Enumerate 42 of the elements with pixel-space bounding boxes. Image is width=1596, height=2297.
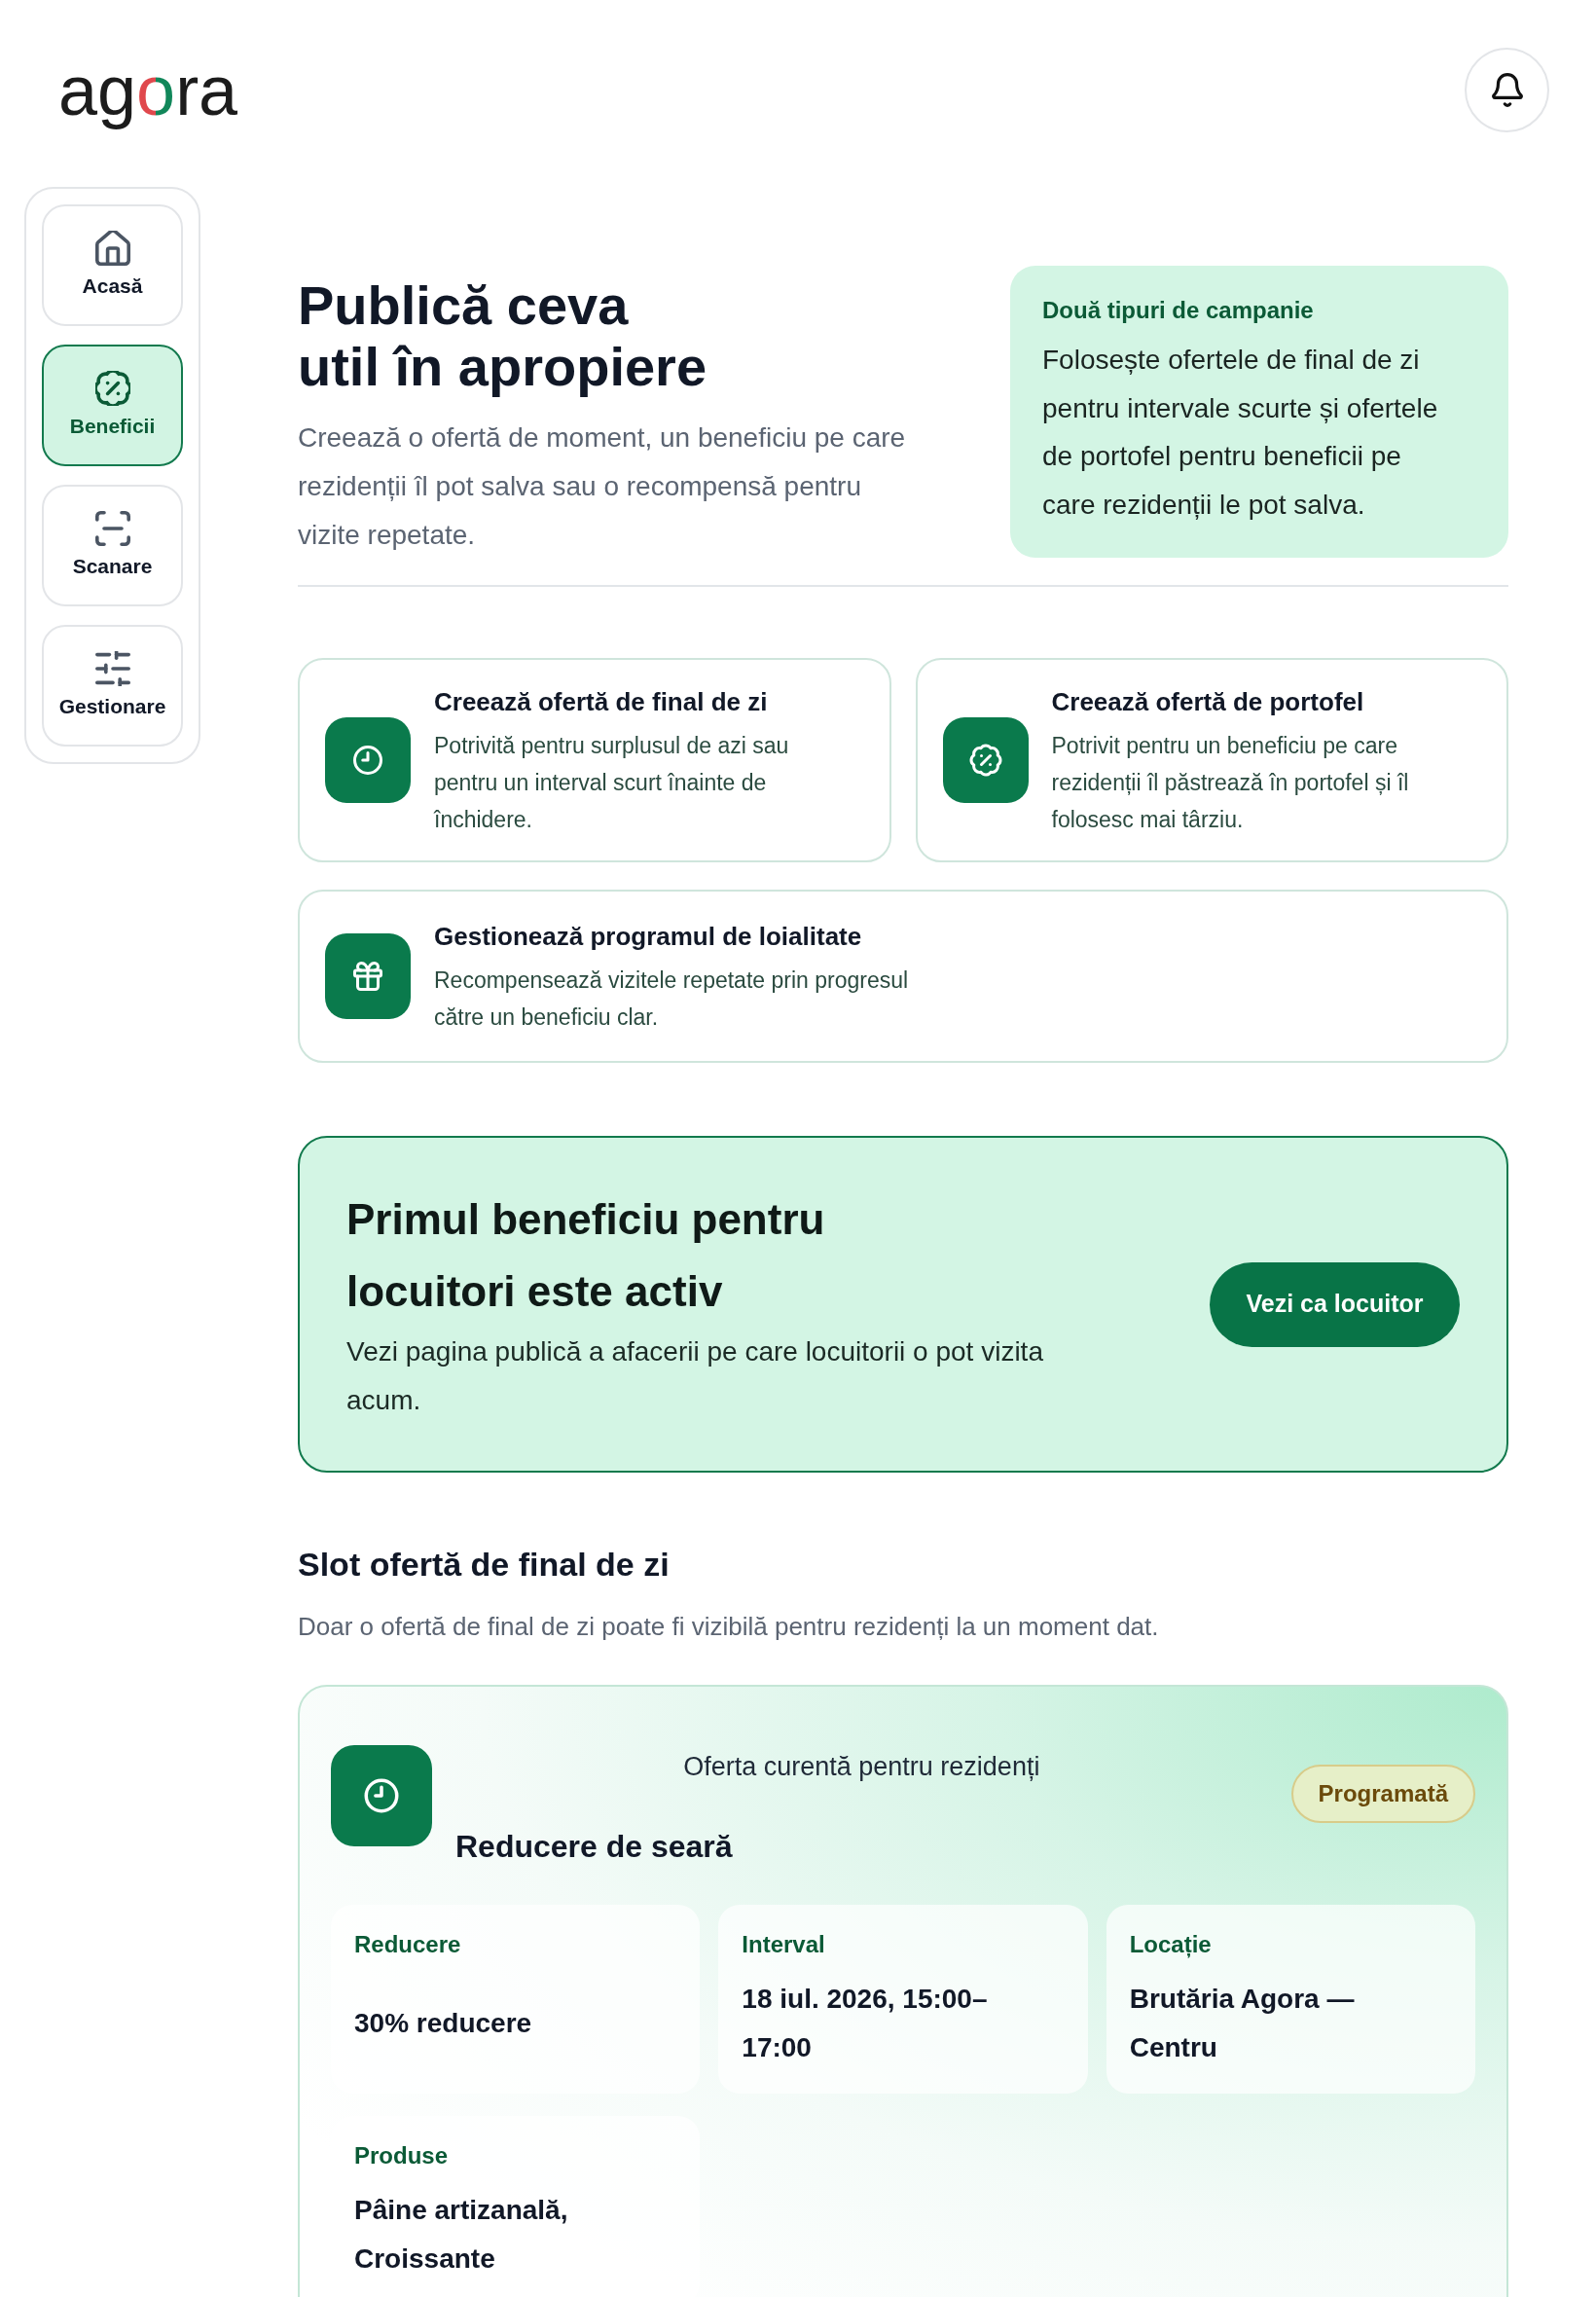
- detail-label: Produse: [354, 2141, 449, 2170]
- bell-icon: [1491, 73, 1523, 107]
- action-card[interactable]: Creează ofertă de final de zi Potrivită pentru surplusul de azi sau pentru un interval scurt înainte de închidere.: [298, 658, 891, 862]
- percent-badge-icon: [94, 371, 130, 406]
- view-as-resident-button[interactable]: Vezi ca locuitor: [1210, 1261, 1460, 1347]
- banner-text: Vezi pagina publică a afacerii pe care locuitorii o pot vizita acum.: [346, 1335, 1044, 1417]
- detail-label: Reducere: [354, 1930, 461, 1959]
- section-title: Slot ofertă de final de zi: [298, 1545, 671, 1585]
- action-card-description: Recompensează vizitele repetate prin progresul către un beneficiu clar.: [434, 966, 910, 1032]
- action-card-title: Creează ofertă de final de zi: [434, 686, 768, 718]
- detail-value: Brutăria Agora — Centru: [1129, 1983, 1356, 2064]
- detail-value: 18 iul. 2026, 15:00–17:00: [742, 1983, 989, 2064]
- clock-icon: [325, 717, 411, 803]
- scan-icon: [94, 511, 130, 546]
- home-icon: [94, 231, 130, 266]
- page-description: Creează o ofertă de moment, un beneficiu pe care rezidenții îl pot salva sau o recompensă pentru vizite repetate.: [298, 421, 907, 552]
- sidebar-nav-item[interactable]: Beneficii: [42, 345, 183, 466]
- offer-label: Oferta curentă pentru rezidenți: [683, 1751, 1040, 1783]
- percent-badge-icon: [942, 717, 1029, 803]
- status-badge: Programată: [1290, 1765, 1475, 1823]
- info-card-text: Folosește ofertele de final de zi pentru intervale scurte și ofertele de portofel pentru beneficii pe care rezidenții le pot salva.: [1042, 344, 1439, 522]
- detail-value: 30% reducere: [354, 2007, 533, 2040]
- action-card-title: Gestionează programul de loialitate: [434, 921, 862, 953]
- sidebar-nav-item[interactable]: Gestionare: [42, 625, 183, 747]
- detail-value: Pâine artizanală, Croissante: [354, 2194, 569, 2276]
- page-heading: Publică ceva util în apropiere: [298, 274, 708, 397]
- action-card-title: Creează ofertă de portofel: [1051, 686, 1364, 718]
- action-card[interactable]: Creează ofertă de portofel Potrivit pentru un beneficiu pe care rezidenții îl păstrează în portofel și îl folosesc mai târziu.: [915, 658, 1508, 862]
- sliders-icon: [94, 651, 130, 686]
- info-card-title: Două tipuri de campanie: [1042, 296, 1315, 325]
- detail-label: Locație: [1129, 1930, 1212, 1960]
- action-card-description: Potrivit pentru un beneficiu pe care rezidenții îl păstrează în portofel și îl folosesc mai târziu.: [1051, 732, 1410, 834]
- sidebar-nav-item[interactable]: Scanare: [42, 485, 183, 606]
- sidebar-nav-item[interactable]: Acasă: [42, 204, 183, 326]
- clock-icon: [331, 1745, 432, 1846]
- detail-label: Interval: [742, 1930, 825, 1959]
- gift-icon: [325, 933, 411, 1019]
- banner-title: Primul beneficiu pentru locuitori este activ: [346, 1194, 826, 1317]
- action-card-description: Potrivită pentru surplusul de azi sau pentru un interval scurt înainte de închidere.: [434, 732, 790, 834]
- section-description: Doar o ofertă de final de zi poate fi vizibilă pentru rezidenți la un moment dat.: [298, 1611, 1160, 1643]
- offer-title: Reducere de seară: [455, 1828, 733, 1866]
- action-card[interactable]: Gestionează programul de loialitate Recompensează vizitele repetate prin progresul către un beneficiu clar.: [298, 890, 1508, 1063]
